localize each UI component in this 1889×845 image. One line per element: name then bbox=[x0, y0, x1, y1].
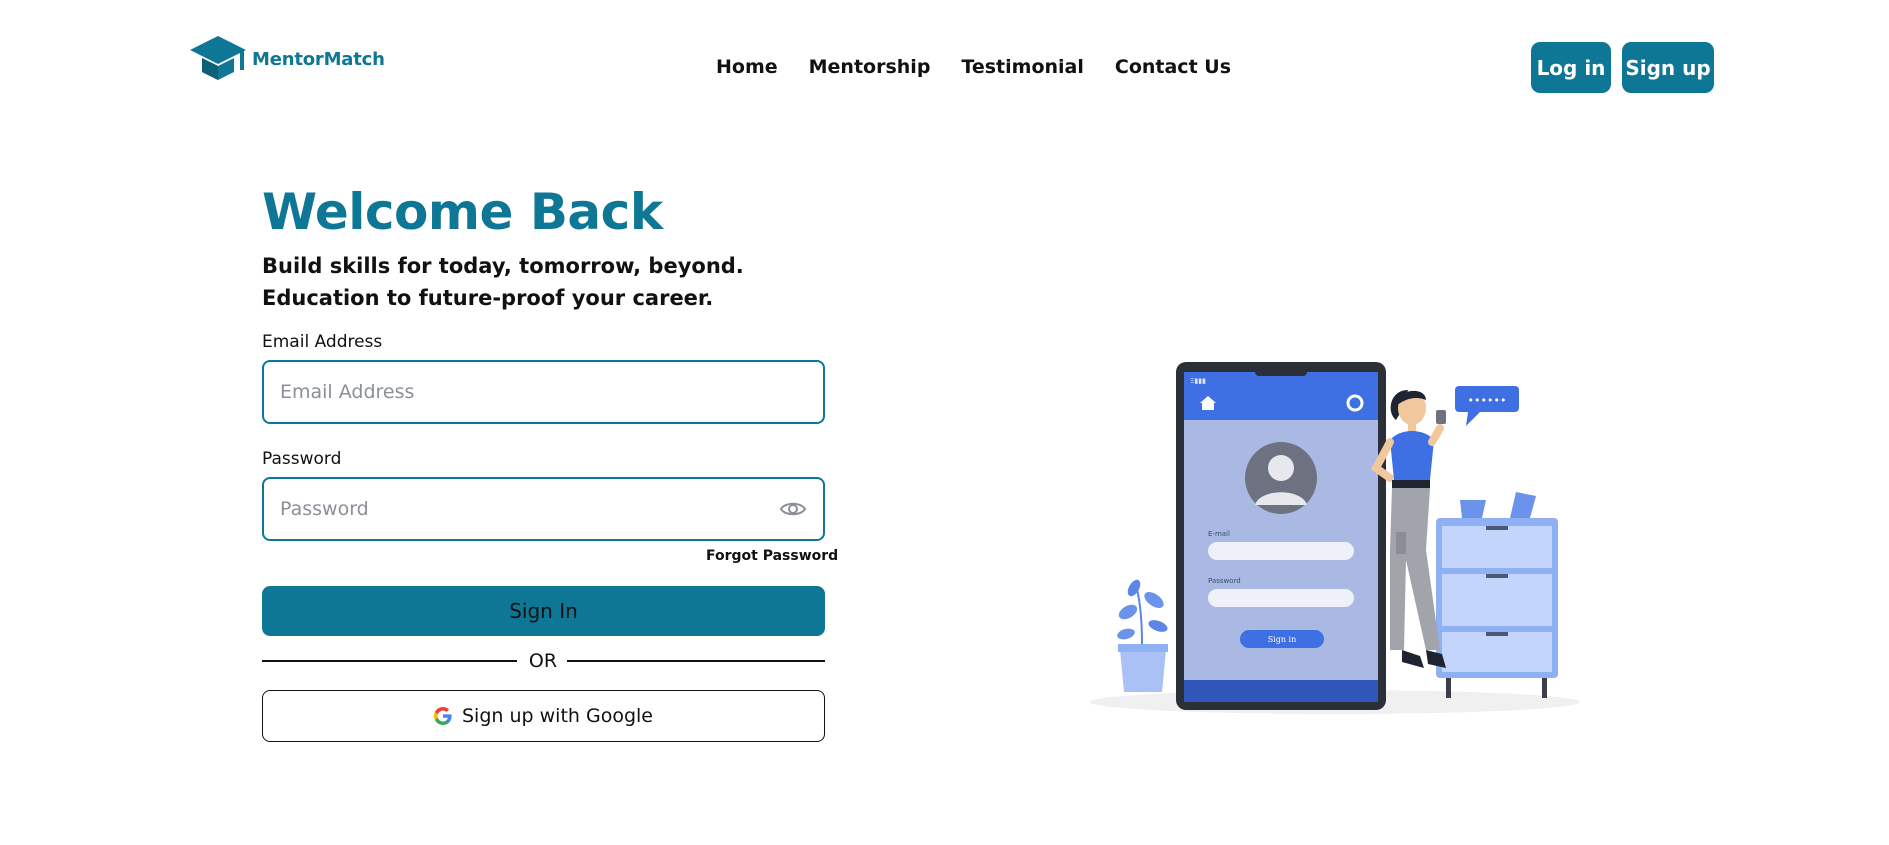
password-input[interactable] bbox=[264, 479, 823, 539]
divider-line-left bbox=[262, 660, 517, 662]
login-button[interactable]: Log in bbox=[1531, 42, 1611, 93]
email-label: Email Address bbox=[262, 332, 383, 352]
google-signup-label: Sign up with Google bbox=[462, 705, 653, 727]
chat-bubble: •••••• bbox=[1455, 386, 1519, 426]
brand-name: MentorMatch bbox=[252, 48, 385, 70]
nav-contact-us[interactable]: Contact Us bbox=[1115, 56, 1231, 78]
tagline-line-2: Education to future-proof your career. bbox=[262, 286, 714, 310]
nav-mentorship[interactable]: Mentorship bbox=[809, 56, 931, 78]
brand-logo[interactable]: MentorMatch bbox=[188, 34, 385, 84]
graduation-cap-icon bbox=[190, 36, 246, 80]
tagline-line-1: Build skills for today, tomorrow, beyond… bbox=[262, 254, 744, 278]
phone-mockup: Ξ▮▮▮ E-mail Password Sign in bbox=[1176, 362, 1386, 710]
bubble-dots: •••••• bbox=[1468, 394, 1507, 407]
google-signup-button[interactable]: Sign up with Google bbox=[262, 690, 825, 742]
phone-signin-label: Sign in bbox=[1268, 635, 1297, 644]
google-icon bbox=[434, 707, 452, 725]
phone-email-label: E-mail bbox=[1208, 530, 1230, 538]
potted-plant bbox=[1117, 579, 1168, 692]
nav-home[interactable]: Home bbox=[716, 56, 778, 78]
divider-line-right bbox=[567, 660, 825, 662]
phone-status: Ξ▮▮▮ bbox=[1190, 377, 1206, 385]
password-field-wrapper bbox=[262, 477, 825, 541]
drawer-cabinet bbox=[1436, 492, 1558, 698]
eye-icon[interactable] bbox=[779, 499, 807, 519]
sign-in-button[interactable]: Sign In bbox=[262, 586, 825, 636]
login-illustration: Ξ▮▮▮ E-mail Password Sign in •••••• bbox=[1090, 362, 1580, 714]
email-input[interactable] bbox=[264, 362, 823, 422]
woman-figure bbox=[1370, 390, 1446, 668]
or-label: OR bbox=[528, 650, 558, 672]
main-nav: Home Mentorship Testimonial Contact Us bbox=[716, 56, 1231, 78]
phone-password-label: Password bbox=[1208, 577, 1241, 585]
password-label: Password bbox=[262, 449, 342, 469]
or-divider: OR bbox=[262, 650, 825, 672]
signup-button[interactable]: Sign up bbox=[1622, 42, 1714, 93]
forgot-password-link[interactable]: Forgot Password bbox=[706, 548, 838, 564]
nav-testimonial[interactable]: Testimonial bbox=[961, 56, 1083, 78]
page-title: Welcome Back bbox=[262, 183, 663, 241]
email-field-wrapper bbox=[262, 360, 825, 424]
